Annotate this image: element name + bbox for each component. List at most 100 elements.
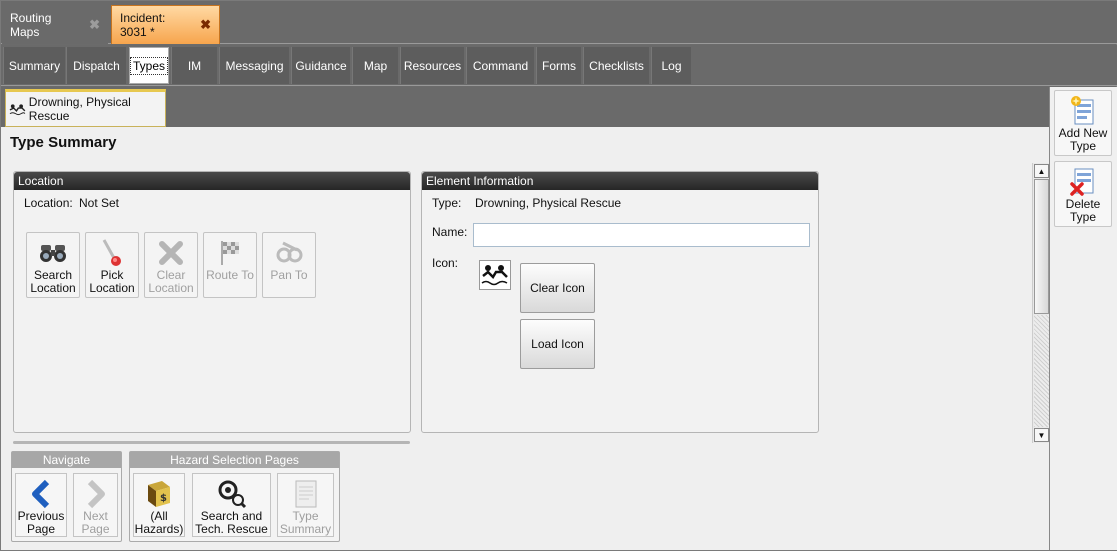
tab-log[interactable]: Log [651,47,691,84]
scroll-up-icon[interactable]: ▲ [1034,164,1049,178]
tab-forms[interactable]: Forms [536,47,581,84]
panel-header: Location [14,172,410,190]
group-header: Hazard Selection Pages [130,452,339,468]
tab-checklists[interactable]: Checklists [583,47,649,84]
hazard-selection-group: Hazard Selection Pages $ (All Hazards) S… [129,451,340,542]
add-document-icon [1069,93,1097,127]
document-tab-bar: Routing Maps ✖ Incident: 3031 * ✖ [1,1,1117,44]
location-value: Not Set [79,196,120,210]
navigate-group: Navigate Previous Page Next Page [11,451,122,542]
element-information-panel: Element Information Type: Drowning, Phys… [421,171,819,433]
vertical-scrollbar[interactable]: ▲ ▼ [1032,163,1049,443]
tab-label: Forms [542,58,576,73]
clear-location-button[interactable]: Clear Location [144,232,198,298]
route-to-button[interactable]: Route To [203,232,257,298]
add-new-type-button[interactable]: Add New Type [1054,90,1112,156]
tab-label: Routing Maps [10,10,52,39]
tab-command[interactable]: Command [466,47,534,84]
scroll-thumb[interactable] [1034,179,1049,314]
type-label: Type: [432,196,462,210]
group-header: Navigate [12,452,121,468]
swimmer-icon [9,104,26,116]
pick-location-button[interactable]: Pick Location [85,232,139,298]
svg-text:$: $ [160,493,167,504]
clear-icon-button[interactable]: Clear Icon [520,263,595,313]
load-icon-button[interactable]: Load Icon [520,319,595,369]
tab-label: Resources [403,58,462,73]
type-tab-strip: Drowning, Physical Rescue [1,87,1049,127]
tab-label: Summary [8,58,61,73]
button-label: Type [1069,139,1096,153]
divider [13,441,410,444]
type-summary-button[interactable]: Type Summary [277,473,334,537]
type-summary-page: Type Summary Location Location: Not Set … [1,127,1049,550]
location-panel: Location Location: Not Set Search Locati… [13,171,411,433]
type-icon-preview [479,260,511,290]
tab-guidance[interactable]: Guidance [291,47,350,84]
application-window: Routing Maps ✖ Incident: 3031 * ✖ Summar… [0,0,1117,551]
delete-document-icon [1069,164,1097,198]
tab-label: Types [130,56,169,75]
button-label: Pan To [270,268,308,282]
tab-label: Guidance [295,58,347,73]
button-label: Hazards) [134,522,184,536]
tab-label: Messaging [225,58,284,73]
button-label: Page [81,522,110,536]
search-tech-rescue-button[interactable]: Search and Tech. Rescue [192,473,271,537]
close-icon[interactable]: ✖ [89,17,100,33]
tab-label: Dispatch [73,58,120,73]
right-arrow-icon [84,477,108,510]
button-label: Type [1069,210,1096,224]
left-arrow-icon [29,477,53,510]
tab-label: Map [363,58,388,73]
all-hazards-button[interactable]: $ (All Hazards) [133,473,185,537]
location-label: Location: [24,196,73,210]
tab-routing-maps[interactable]: Routing Maps ✖ [2,5,108,44]
scroll-down-icon[interactable]: ▼ [1034,428,1049,442]
icon-label: Icon: [432,256,459,270]
name-label: Name: [432,225,468,239]
tab-label: Command [472,58,529,73]
pick-icon [96,237,128,269]
button-label: Route To [206,268,254,282]
search-location-button[interactable]: Search Location [26,232,80,298]
tab-types[interactable]: Types [129,47,169,84]
button-label: Location [30,281,76,295]
tab-incident[interactable]: Incident: 3031 * ✖ [111,5,220,44]
section-tab-bar: Summary Dispatch Types IM Messaging Guid… [1,45,1117,86]
tab-label: Drowning, Physical Rescue [28,95,131,123]
button-label: Location [89,281,135,295]
button-label: Page [26,522,56,536]
rescue-search-icon [217,477,247,510]
right-toolbar: Add New Type Delete Type [1049,87,1117,550]
checkered-flag-icon [214,237,246,269]
tab-dispatch[interactable]: Dispatch [66,47,126,84]
tab-resources[interactable]: Resources [400,47,464,84]
tab-label: IM [187,58,202,73]
scroll-track[interactable] [1034,315,1049,427]
pan-to-button[interactable]: Pan To [262,232,316,298]
name-field[interactable] [473,223,810,247]
tab-label: Incident: 3031 * [120,11,166,39]
document-icon [293,477,319,510]
swimmer-icon [481,265,508,286]
close-icon[interactable]: ✖ [200,17,211,33]
pan-icon [273,237,305,269]
tab-type-drowning[interactable]: Drowning, Physical Rescue [5,89,166,127]
clear-x-icon [155,237,187,269]
tab-messaging[interactable]: Messaging [219,47,289,84]
previous-page-button[interactable]: Previous Page [15,473,67,537]
book-icon: $ [144,477,174,510]
type-value: Drowning, Physical Rescue [475,196,622,210]
tab-im[interactable]: IM [171,47,217,84]
delete-type-button[interactable]: Delete Type [1054,161,1112,227]
button-label: Tech. Rescue [195,522,268,536]
next-page-button[interactable]: Next Page [73,473,118,537]
tab-label: Checklists [589,58,644,73]
button-label: Summary [279,522,332,536]
tab-summary[interactable]: Summary [3,47,65,84]
button-label: Location [148,281,194,295]
tab-label: Log [661,58,682,73]
panel-header: Element Information [422,172,818,190]
tab-map[interactable]: Map [352,47,398,84]
